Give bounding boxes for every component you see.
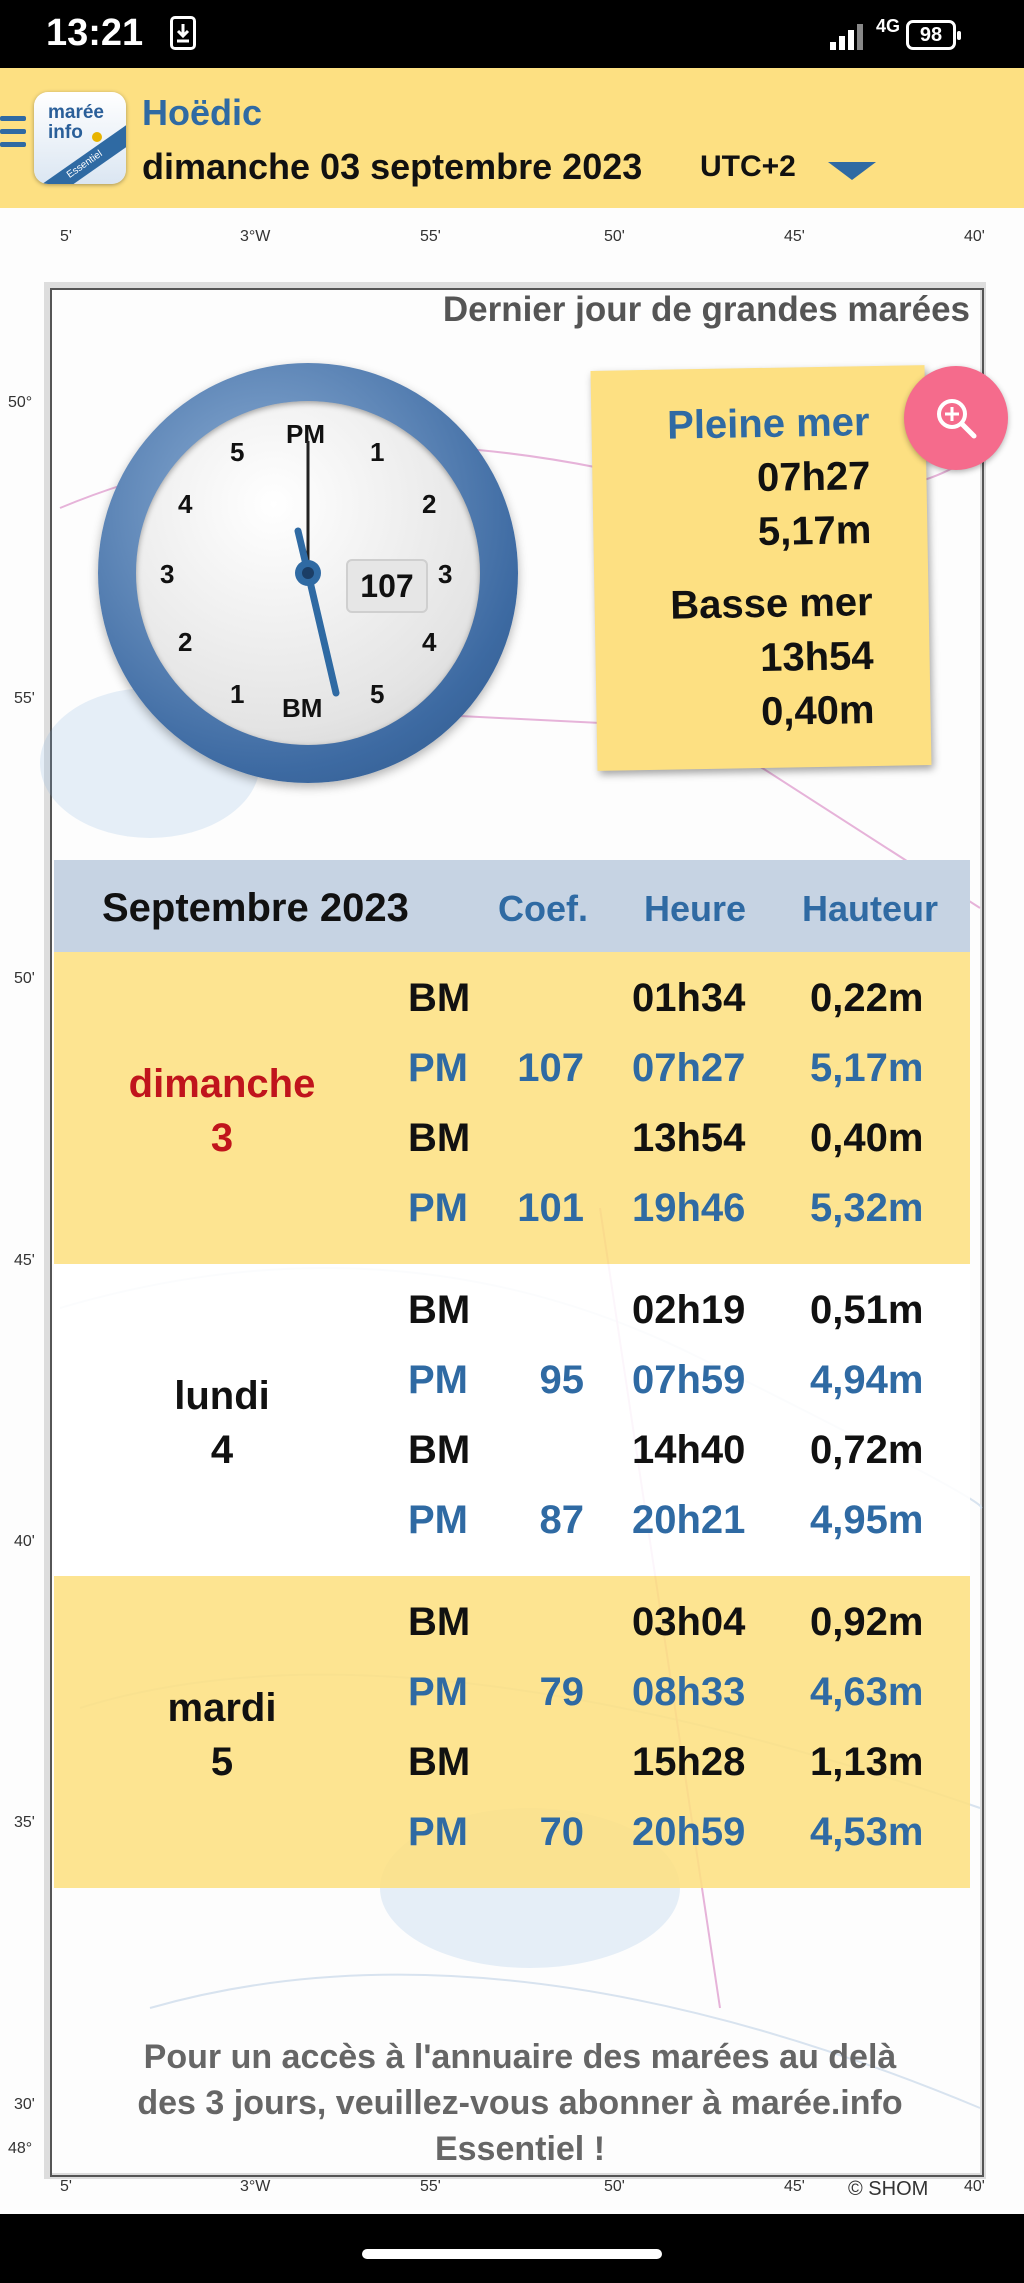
- download-icon: [170, 16, 196, 50]
- col-coef: Coef.: [498, 888, 588, 929]
- high-tide-height: 5,17m: [757, 508, 872, 555]
- tide-banner: Dernier jour de grandes marées: [442, 290, 970, 329]
- status-time: 13:21: [46, 12, 144, 54]
- low-tide-height: 0,40m: [760, 688, 875, 735]
- app-header: marée info Essentiel Hoëdic dimanche 03 …: [0, 68, 1024, 208]
- tide-row: PM 95 07h59 4,94m: [408, 1358, 924, 1402]
- signal-icon: [830, 24, 863, 50]
- col-height: Hauteur: [802, 888, 939, 929]
- tide-row: PM 101 19h46 5,32m: [408, 1186, 924, 1230]
- menu-icon[interactable]: [0, 116, 26, 156]
- tide-row: BM 14h40 0,72m: [408, 1428, 924, 1472]
- day-block: mardi 5 BM 03h04 0,92m PM 79 08h33 4,63m BM 15…: [54, 1576, 970, 1888]
- clock-face: PM BM 5 1 4 2 3 3 2 4 1 5 107: [136, 401, 480, 745]
- tide-row: PM 107 07h27 5,17m: [408, 1046, 924, 1090]
- tide-row: BM 15h28 1,13m: [408, 1740, 924, 1784]
- day-block: dimanche 3 BM 01h34 0,22m PM 107 07h27 5,17m …: [54, 952, 970, 1264]
- tide-row: PM 79 08h33 4,63m: [408, 1670, 924, 1714]
- tide-row: BM 01h34 0,22m: [408, 976, 924, 1020]
- high-tide-label: Pleine mer: [666, 400, 870, 448]
- tide-row: BM 03h04 0,92m: [408, 1600, 924, 1644]
- system-nav-bar: [0, 2214, 1024, 2283]
- timezone-label: UTC+2: [700, 150, 796, 183]
- table-month: Septembre 2023: [102, 886, 409, 930]
- subscription-message[interactable]: Pour un accès à l'annuaire des marées au…: [120, 2034, 920, 2172]
- flag-icon: [92, 132, 102, 142]
- tide-table-header: Septembre 2023 Coef. Heure Hauteur: [54, 860, 970, 952]
- location-name[interactable]: Hoëdic: [142, 92, 262, 134]
- high-tide-time: 07h27: [756, 454, 871, 501]
- next-tides-card: Pleine mer 07h27 5,17m Basse mer 13h54 0…: [590, 365, 932, 771]
- nautical-chart-background: 5' 3°W 55' 50' 45' 40' 50° 55' 50' 45' 4…: [0, 208, 1024, 2214]
- app-logo[interactable]: marée info Essentiel: [34, 92, 126, 184]
- zoom-button[interactable]: [904, 366, 1008, 470]
- tide-row: BM 02h19 0,51m: [408, 1288, 924, 1332]
- tide-row: PM 87 20h21 4,95m: [408, 1498, 924, 1542]
- selected-date[interactable]: dimanche 03 septembre 2023: [142, 146, 642, 188]
- clock-hands: [294, 441, 340, 697]
- tide-clock: PM BM 5 1 4 2 3 3 2 4 1 5 107: [98, 363, 518, 783]
- status-bar: 13:21 4G 98: [0, 0, 1024, 68]
- low-tide-time: 13h54: [759, 634, 874, 681]
- home-gesture-handle[interactable]: [362, 2249, 662, 2259]
- col-time: Heure: [644, 888, 747, 929]
- tide-row: PM 70 20h59 4,53m: [408, 1810, 924, 1854]
- network-type: 4G: [876, 16, 901, 36]
- zoom-in-icon: [937, 399, 977, 439]
- battery-icon: 98: [906, 20, 961, 50]
- day-block: lundi 4 BM 02h19 0,51m PM 95 07h59 4,94m BM 14…: [54, 1264, 970, 1576]
- date-dropdown-icon[interactable]: [828, 162, 876, 180]
- low-tide-label: Basse mer: [669, 580, 873, 628]
- chart-credit: © SHOM: [848, 2178, 929, 2200]
- tide-row: BM 13h54 0,40m: [408, 1116, 924, 1160]
